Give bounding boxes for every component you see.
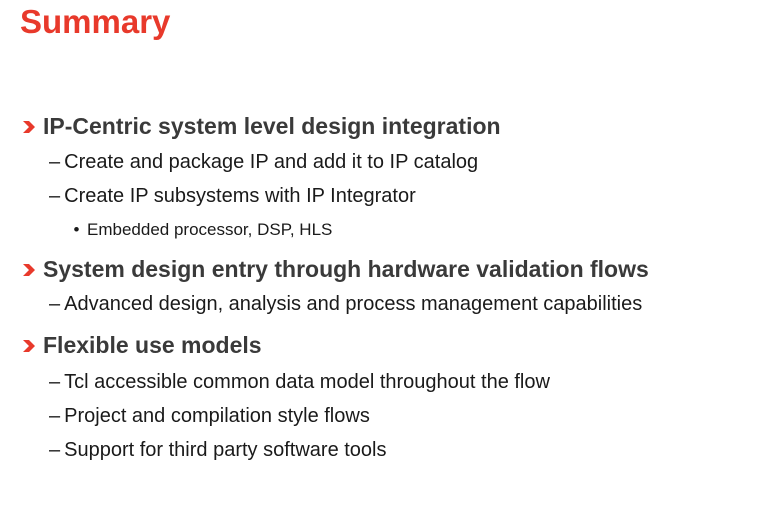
slide-title: Summary: [20, 3, 171, 40]
dash-bullet: –: [49, 405, 61, 427]
list-item-text: Support for third party software tools: [64, 439, 387, 461]
list-item: – Create and package IP and add it to IP …: [49, 149, 478, 175]
section-heading-text: Flexible use models: [43, 332, 262, 358]
red-chevron-icon: [23, 121, 35, 133]
sub-list-item: • Embedded processor, DSP, HLS: [71, 219, 333, 241]
list-item-text: Tcl accessible common data model through…: [64, 371, 550, 393]
dash-bullet: –: [49, 371, 61, 393]
dash-bullet: –: [49, 293, 61, 315]
list-item-text: Create IP subsystems with IP Integrator: [64, 185, 416, 207]
list-item: – Advanced design, analysis and process m…: [49, 291, 642, 317]
dash-bullet: –: [49, 185, 61, 207]
sub-list-item-text: Embedded processor, DSP, HLS: [87, 220, 333, 239]
list-item-text: Advanced design, analysis and process ma…: [64, 293, 643, 315]
list-item-text: Project and compilation style flows: [64, 405, 370, 427]
list-item-text: Create and package IP and add it to IP c…: [64, 151, 479, 173]
dash-bullet: –: [49, 439, 61, 461]
red-chevron-icon: [23, 264, 35, 276]
dot-bullet: •: [73, 220, 80, 239]
section-heading: Flexible use models: [22, 331, 262, 359]
slide: Summary IP-Centric system level design i…: [0, 0, 763, 518]
section-heading-text: System design entry through hardware val…: [43, 256, 649, 282]
list-item: – Tcl accessible common data model throug…: [49, 369, 550, 395]
red-chevron-icon: [23, 340, 35, 352]
list-item: – Support for third party software tools: [49, 437, 387, 463]
section-heading-text: IP-Centric system level design integrati…: [43, 113, 501, 139]
dash-bullet: –: [49, 151, 61, 173]
section-heading: System design entry through hardware val…: [22, 255, 649, 283]
list-item: – Project and compilation style flows: [49, 403, 370, 429]
list-item: – Create IP subsystems with IP Integrator: [49, 183, 416, 209]
section-heading: IP-Centric system level design integrati…: [22, 112, 501, 140]
